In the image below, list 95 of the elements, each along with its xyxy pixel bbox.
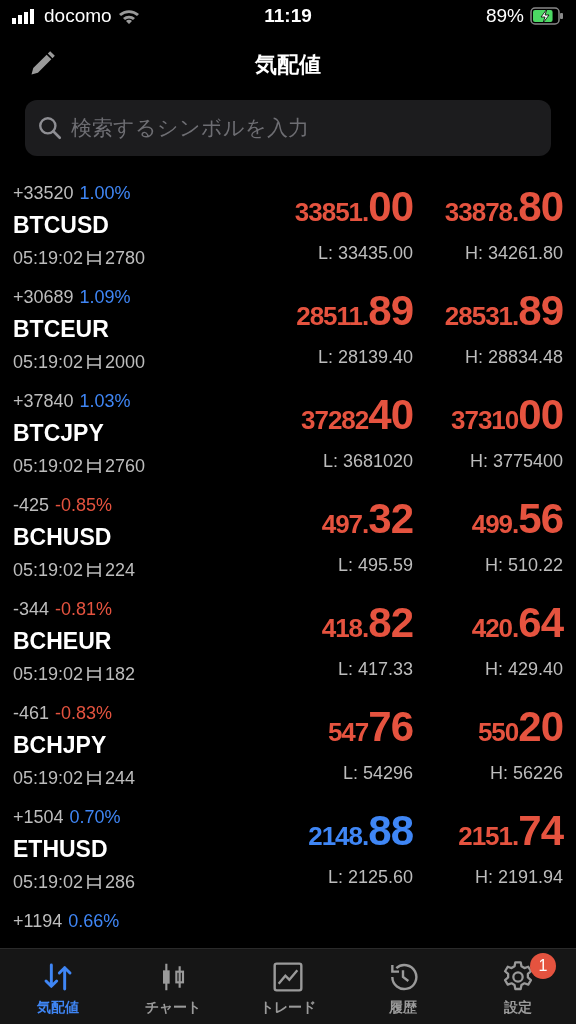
price-change: +1194 [13, 909, 63, 933]
spread-value: 286 [105, 870, 136, 894]
price-change: +37840 [13, 389, 74, 413]
quote-time: 05:19:02 [13, 350, 84, 374]
quote-row[interactable]: +1194 0.66% [13, 904, 563, 948]
search-icon [37, 115, 63, 141]
bid-price: 497.32 [321, 494, 413, 544]
quote-time: 05:19:02 [13, 662, 84, 686]
symbol-name: ETHUSD [13, 834, 109, 864]
symbol-name: BTCEUR [13, 314, 110, 344]
carrier-name: docomo [44, 3, 112, 28]
bid-price: 54776 [327, 702, 413, 752]
price-change: -425 [13, 493, 50, 517]
ask-price: 33878.80 [444, 182, 563, 232]
price-change: +33520 [13, 181, 74, 205]
quote-row[interactable]: +33520 1.00% BTCUSD 05:19:02 2780 33851.00 L: 33435.00 33878.80 H: 34261.80 [13, 176, 563, 280]
high-price: H: 2191.94 [474, 866, 563, 889]
tab[interactable]: トレード [230, 949, 346, 1024]
spread-icon [86, 562, 103, 578]
quote-row[interactable]: -344 -0.81% BCHEUR 05:19:02 182 418.82 L: 417.33 420.64 H: 429.40 [13, 592, 563, 696]
spread-icon [86, 770, 103, 786]
high-price: H: 3775400 [469, 450, 563, 473]
low-price: L: 495.59 [337, 554, 413, 577]
tab[interactable]: 設定 1 [460, 949, 576, 1024]
settings-icon [502, 961, 535, 993]
spread-value: 2780 [105, 246, 146, 270]
low-price: L: 33435.00 [317, 242, 413, 265]
low-price: L: 54296 [342, 762, 413, 785]
symbol-name: BTCUSD [13, 210, 110, 240]
quote-time: 05:19:02 [13, 870, 84, 894]
low-price: L: 417.33 [337, 658, 413, 681]
low-price: L: 2125.60 [327, 866, 413, 889]
percent-change: 0.66% [68, 909, 120, 933]
tab[interactable]: 気配値 [0, 949, 116, 1024]
high-price: H: 510.22 [484, 554, 563, 577]
quote-time: 05:19:02 [13, 454, 84, 478]
spread-icon [86, 666, 103, 682]
battery-percent: 89% [485, 3, 524, 28]
percent-change: 0.70% [69, 805, 121, 829]
line-chart-icon [272, 961, 304, 993]
bid-price: 28511.89 [296, 286, 413, 336]
symbol-name: BCHEUR [13, 626, 113, 656]
percent-change: 1.09% [79, 285, 131, 309]
quote-row[interactable]: +1504 0.70% ETHUSD 05:19:02 286 2148.88 L: 2125.60 2151.74 H: 2191.94 [13, 800, 563, 904]
spread-value: 2000 [105, 350, 146, 374]
symbol-name: BCHUSD [13, 522, 113, 552]
price-change: +1504 [13, 805, 64, 829]
spread-value: 244 [105, 766, 136, 790]
percent-change: -0.81% [55, 597, 113, 621]
spread-value: 2760 [105, 454, 146, 478]
ask-price: 420.64 [471, 598, 563, 648]
notification-badge: 1 [529, 953, 556, 979]
ask-price: 2151.74 [458, 806, 563, 856]
quote-row[interactable]: +30689 1.09% BTCEUR 05:19:02 2000 28511.89 L: 28139.40 28531.89 H: 28834.48 [13, 280, 563, 384]
ask-price: 499.56 [471, 494, 563, 544]
quote-time: 05:19:02 [13, 246, 84, 270]
percent-change: 1.00% [79, 181, 131, 205]
spread-value: 182 [105, 662, 136, 686]
quote-row[interactable]: -461 -0.83% BCHJPY 05:19:02 244 54776 L: 54296 55020 H: 56226 [13, 696, 563, 800]
symbol-name: BTCJPY [13, 418, 105, 448]
ask-price: 3731000 [450, 390, 563, 440]
quote-row[interactable]: +37840 1.03% BTCJPY 05:19:02 2760 3728240 L: 3681020 3731000 H: 3775400 [13, 384, 563, 488]
bid-price: 2148.88 [308, 806, 413, 856]
low-price: L: 3681020 [322, 450, 413, 473]
spread-icon [86, 354, 103, 370]
spread-icon [86, 458, 103, 474]
bid-price: 33851.00 [294, 182, 413, 232]
price-change: -461 [13, 701, 50, 725]
bid-price: 3728240 [300, 390, 413, 440]
spread-icon [86, 874, 103, 890]
high-price: H: 34261.80 [464, 242, 563, 265]
tab[interactable]: チャート [115, 949, 231, 1024]
percent-change: -0.85% [55, 493, 113, 517]
symbol-name: BCHJPY [13, 730, 108, 760]
quote-time: 05:19:02 [13, 558, 84, 582]
high-price: H: 429.40 [484, 658, 563, 681]
spread-icon [86, 250, 103, 266]
ask-price: 55020 [477, 702, 563, 752]
quote-row[interactable]: -425 -0.85% BCHUSD 05:19:02 224 497.32 L: 495.59 499.56 H: 510.22 [13, 488, 563, 592]
status-time: 11:19 [264, 3, 312, 28]
quote-time: 05:19:02 [13, 766, 84, 790]
search-field[interactable]: 検索するシンボルを入力 [25, 100, 551, 156]
screen-title: 気配値 [255, 50, 321, 79]
percent-change: -0.83% [55, 701, 113, 725]
price-change: -344 [13, 597, 50, 621]
high-price: H: 28834.48 [464, 346, 563, 369]
spread-value: 224 [105, 558, 136, 582]
tab[interactable]: 履歴 [345, 949, 461, 1024]
bid-price: 418.82 [321, 598, 413, 648]
percent-change: 1.03% [79, 389, 131, 413]
wifi-icon [117, 8, 140, 24]
price-change: +30689 [13, 285, 74, 309]
low-price: L: 28139.40 [317, 346, 413, 369]
ask-price: 28531.89 [444, 286, 563, 336]
high-price: H: 56226 [489, 762, 563, 785]
